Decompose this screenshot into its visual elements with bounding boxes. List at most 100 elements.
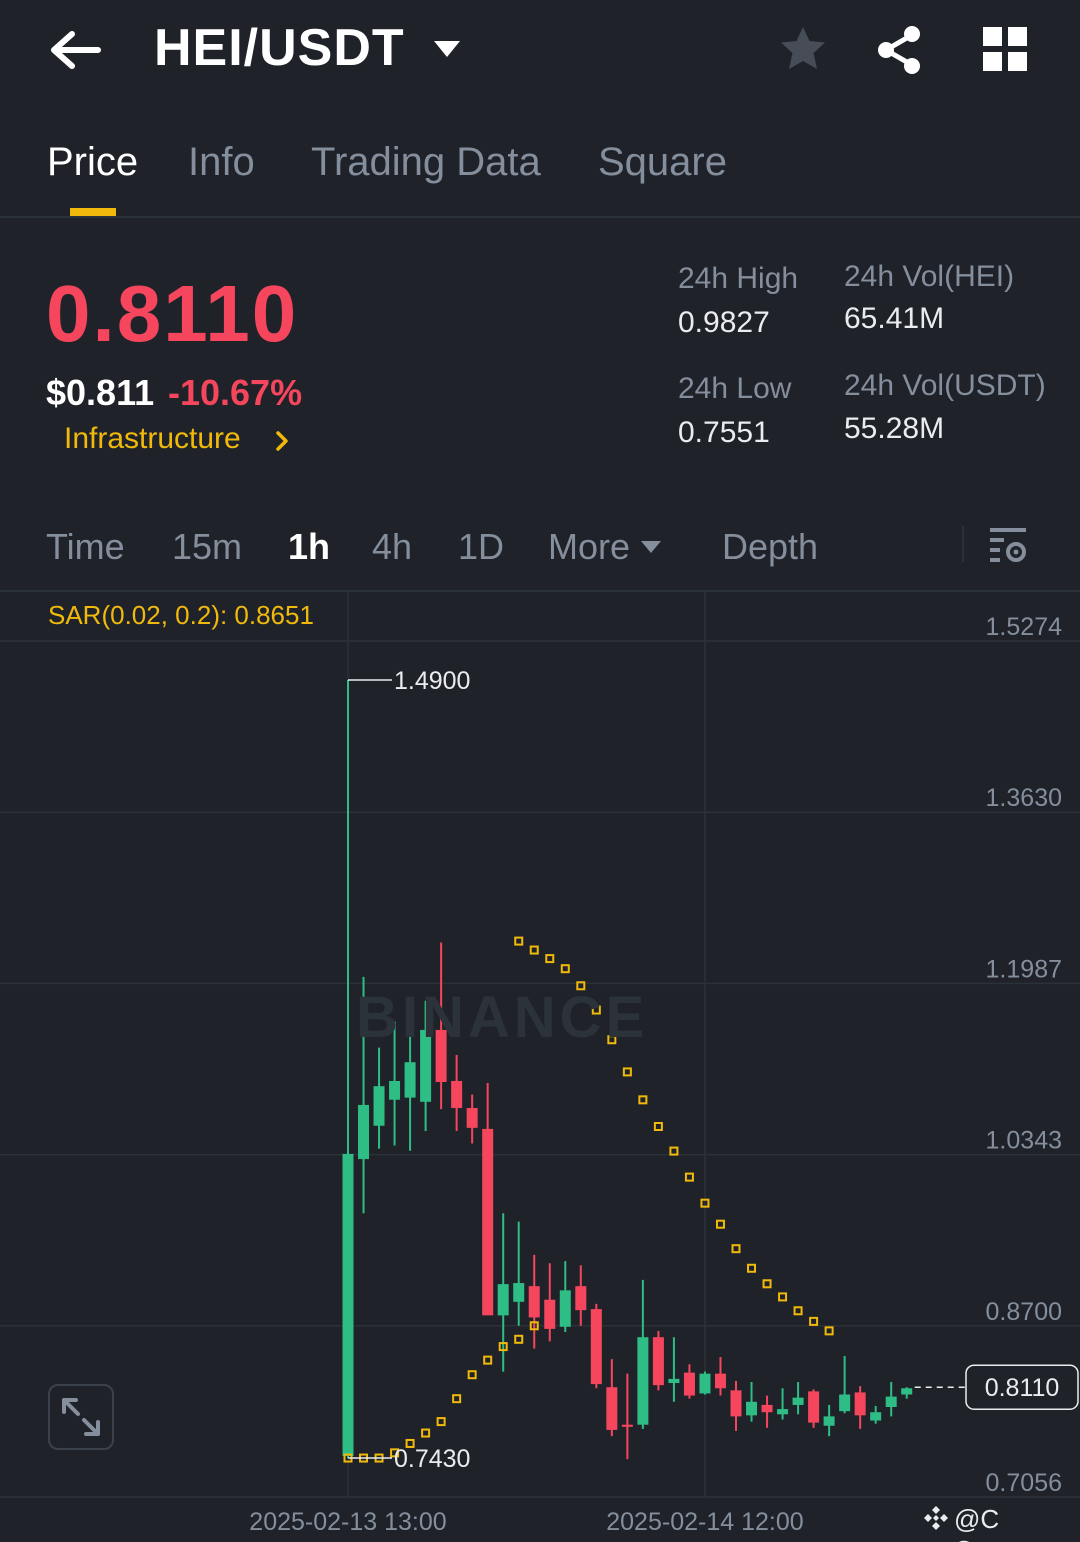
candle-body — [746, 1401, 758, 1416]
tab-info[interactable]: Info — [188, 140, 255, 185]
sar-dot — [824, 1326, 834, 1336]
min-price-label: 0.7430 — [394, 1445, 470, 1473]
binance-logo-icon — [924, 1506, 948, 1530]
candle-body — [683, 1372, 695, 1396]
candle-body — [404, 1062, 416, 1098]
low-label: 24h Low — [678, 372, 792, 405]
candle-body — [466, 1108, 478, 1128]
sar-dot — [514, 936, 524, 946]
sar-dot — [793, 1306, 803, 1316]
star-icon[interactable] — [778, 24, 828, 74]
candle-body — [870, 1412, 882, 1421]
candle-body — [792, 1397, 804, 1405]
sar-dot — [452, 1394, 462, 1404]
candlestick-chart[interactable]: 1.5274 1.3630 1.1987 1.0343 0.8700 0.7056 2025… — [0, 592, 1080, 1542]
candle-body — [528, 1286, 540, 1318]
candle-body — [668, 1378, 680, 1384]
interval-1h[interactable]: 1h — [288, 526, 330, 568]
interval-15m[interactable]: 15m — [172, 526, 242, 568]
tab-trading-data[interactable]: Trading Data — [311, 140, 541, 185]
y-tick-label: 1.1987 — [986, 955, 1062, 983]
sar-indicator-label: SAR(0.02, 0.2): 0.8651 — [48, 600, 314, 630]
top-bar: HEI/USDT — [0, 0, 1080, 100]
candle-body — [482, 1128, 494, 1316]
candle-body — [777, 1409, 789, 1415]
footer-credit: @C Queen — [954, 1504, 1032, 1542]
x-tick-label: 2025-02-14 12:00 — [606, 1508, 803, 1536]
share-icon[interactable] — [874, 24, 924, 76]
y-tick-label: 0.7056 — [986, 1469, 1062, 1497]
candle-body — [358, 1104, 370, 1160]
candle-body — [373, 1086, 385, 1126]
high-value: 0.9827 — [678, 306, 770, 339]
candle-body — [621, 1424, 633, 1427]
vol-base-label: 24h Vol(HEI) — [844, 260, 1015, 293]
candle-body — [513, 1283, 525, 1302]
sar-dot — [778, 1292, 788, 1302]
interval-1d[interactable]: 1D — [458, 526, 504, 568]
candle-body — [808, 1391, 820, 1423]
candle-body — [544, 1299, 556, 1329]
candle-body — [451, 1080, 463, 1109]
sar-dot — [653, 1121, 663, 1131]
candle-body — [699, 1373, 711, 1394]
candle-body — [342, 1153, 354, 1456]
candle-body — [652, 1337, 664, 1386]
interval-more[interactable]: More — [548, 526, 630, 568]
sar-dot — [669, 1146, 679, 1156]
candle-body — [854, 1392, 866, 1416]
sar-dot — [436, 1417, 446, 1427]
candle-body — [730, 1390, 742, 1417]
candle-body — [714, 1373, 726, 1389]
caret-down-icon[interactable] — [640, 540, 662, 554]
sar-dot — [483, 1355, 493, 1365]
candle-body — [885, 1396, 897, 1408]
candle-body — [637, 1337, 649, 1425]
candle-body — [497, 1284, 509, 1316]
sar-dot — [622, 1067, 632, 1077]
vol-quote-label: 24h Vol(USDT) — [844, 369, 1046, 402]
sar-dot — [514, 1334, 524, 1344]
sar-dot — [560, 964, 570, 974]
sar-dot — [809, 1316, 819, 1326]
grid-icon[interactable] — [983, 27, 1027, 71]
sector-link[interactable]: Infrastructure — [64, 422, 241, 456]
caret-down-icon[interactable] — [432, 38, 462, 60]
expand-icon — [62, 1398, 100, 1436]
candle-body — [575, 1286, 587, 1311]
candle-body — [901, 1388, 913, 1395]
chevron-right-icon[interactable] — [272, 428, 292, 454]
sar-dot — [467, 1370, 477, 1380]
chart-settings-icon[interactable] — [988, 524, 1028, 564]
sar-dot — [715, 1219, 725, 1229]
active-tab-indicator — [70, 208, 116, 216]
sar-dot — [421, 1428, 431, 1438]
tab-bar: Price Info Trading Data Square — [0, 120, 1080, 218]
candle-body — [590, 1309, 602, 1385]
last-price-label: 0.8110 — [985, 1374, 1060, 1402]
exchange-watermark: BINANCE — [356, 985, 649, 1050]
interval-4h[interactable]: 4h — [372, 526, 412, 568]
interval-bar: Time 15m 1h 4h 1D More Depth — [0, 500, 1080, 592]
low-value: 0.7551 — [678, 416, 770, 449]
sar-dot — [747, 1263, 757, 1273]
tab-square[interactable]: Square — [598, 140, 727, 185]
back-arrow-icon[interactable] — [48, 26, 104, 74]
depth-tab[interactable]: Depth — [722, 526, 818, 568]
sar-dot — [762, 1279, 772, 1289]
y-tick-label: 1.5274 — [986, 613, 1063, 641]
vol-quote-value: 55.28M — [844, 412, 945, 445]
pair-title[interactable]: HEI/USDT — [154, 18, 405, 78]
vol-base-value: 65.41M — [844, 302, 945, 335]
sar-dot — [731, 1244, 741, 1254]
interval-time[interactable]: Time — [46, 526, 125, 568]
fullscreen-button[interactable] — [48, 1384, 114, 1450]
candle-body — [389, 1080, 401, 1100]
y-tick-label: 1.3630 — [986, 784, 1062, 812]
tab-price[interactable]: Price — [47, 140, 138, 185]
x-tick-label: 2025-02-13 13:00 — [249, 1508, 446, 1536]
usd-price: $0.811 — [46, 372, 155, 413]
divider — [962, 526, 964, 562]
price-change-percent: -10.67% — [168, 372, 303, 413]
candle-body — [559, 1290, 571, 1327]
